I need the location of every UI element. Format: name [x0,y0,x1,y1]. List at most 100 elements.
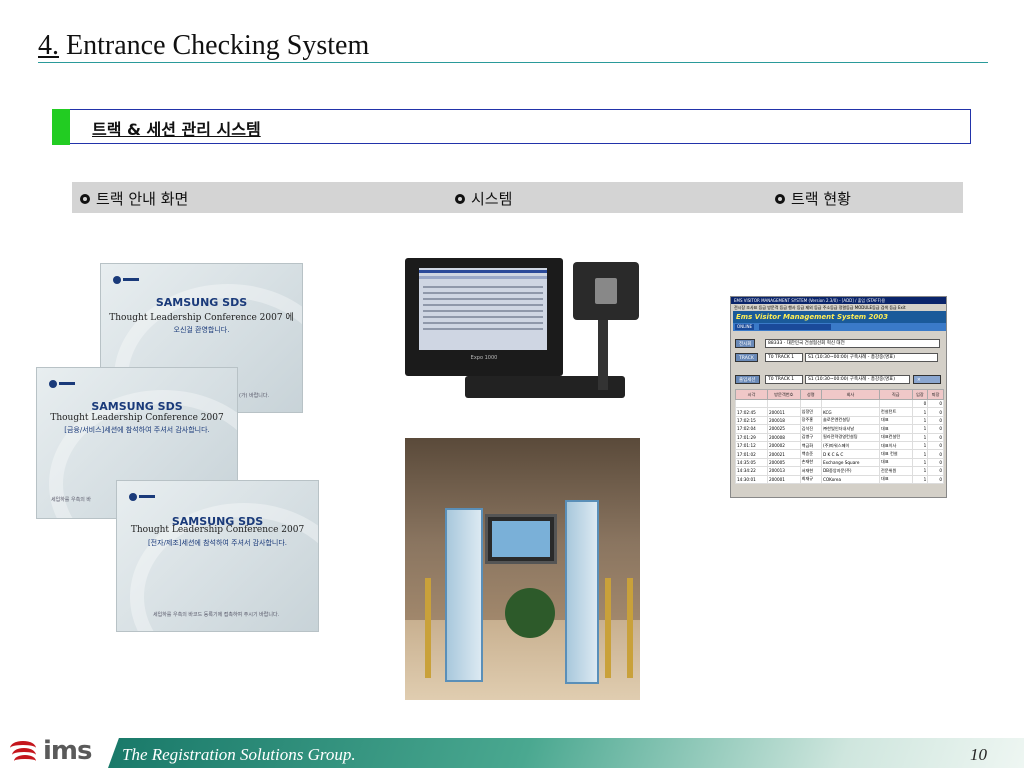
window-banner: Ems Visitor Management System 2003 [733,311,946,323]
tab-online[interactable]: ONLINE [735,324,755,330]
card-message: [전자/제조]세션에 참석하여 주셔서 감사합니다. [147,539,288,547]
monitor-screen [419,268,547,350]
table-row[interactable]: 17:01:12 200002 백금화 (주)파워스페이 대표이사 1 0 [735,440,944,451]
cell: 김석진 [799,424,822,434]
stanchion-post [627,578,633,678]
label-track-status: 트랙 현황 [775,188,851,209]
table-row[interactable]: 17:02:15 200018 장주홍 솔로몬엔컨설팅 대표 1 0 [735,415,944,426]
cell: 200021 [766,449,801,459]
cell: 컨설턴트 [878,407,913,417]
stanchion-post [605,578,611,678]
card-footer: 세입하를 우측의 바코드 등록기에 접촉하여 주시기 바랍니다. [153,612,280,618]
session-button[interactable]: 출입세션 [735,375,760,384]
cell: 17:01:29 [735,432,768,442]
footer-tagline: The Registration Solutions Group. [122,745,356,764]
close-icon[interactable]: ✕ [913,375,941,384]
cell: 1 [911,440,929,451]
cell: 0 [927,407,944,417]
column-header: 입장 [911,389,929,400]
cell: 200011 [766,407,801,417]
cell: 1 [911,466,929,476]
exhibit-field[interactable]: 88333 · 대한민국 건설협선회 혁신 대전 [765,339,940,348]
terminal-photo: Expo 1000 [405,250,639,405]
ims-logo-icon [10,739,40,763]
cell: 대표컨설턴 [878,432,913,442]
cell: 1 [911,407,929,417]
cell: 0 [927,432,944,442]
session-select[interactable]: S1 (10:30~00:00) 구축사례 - 총강중(명표) [805,375,910,384]
cell: 대표 [878,457,913,468]
cell: 200002 [766,440,801,451]
cell: 0 [911,398,929,409]
tab-2[interactable] [759,324,783,330]
card-footer: (가) 바랍니다. [239,393,270,399]
scanner-pole [598,320,608,390]
gate-panel-left [445,508,483,682]
slide-title: 4. Entrance Checking System [38,30,369,62]
cell: 임정민 [799,407,822,417]
table-row[interactable]: 00 [735,398,944,409]
table-row[interactable]: 17:01:29 200008 김병구 필라전략경영컨설팅 대표컨설턴 1 0 [735,432,944,442]
cell: 대표 [878,474,913,484]
cell: 0 [927,449,944,459]
title-divider [38,62,988,63]
label-track-guide: 트랙 안내 화면 [80,188,188,209]
table-row[interactable]: 17:01:02 200021 백승준 D K C & C 대표 컨설 1 0 [735,449,944,459]
tab-4[interactable] [807,324,831,330]
samsung-logo-icon [129,493,155,501]
cell: 솔로몬엔컨설팅 [820,415,880,426]
samsung-logo-icon [113,276,139,284]
bullet-icon [775,193,785,204]
column-header: 시각 [735,389,768,400]
cell: KCG [820,407,880,417]
cell: 17:02:04 [735,424,768,434]
cell: 17:01:12 [735,440,768,451]
table-row[interactable]: 14:30:01 200001 최재규 COKorea 대표 1 0 [735,474,944,484]
cell: 1 [911,474,929,484]
column-header: 성명 [799,389,822,400]
column-header: 방문객번호 [766,389,801,400]
table-row[interactable]: 14:35:05 200005 손재한 Exchange Square 대표 1 0 [735,457,944,468]
cell [799,398,822,409]
cell: 200013 [766,466,801,476]
bullet-icon [455,193,465,204]
bullet-icon [80,193,90,204]
track-session-select[interactable]: S1 (10:30~00:00) 구축사례 - 총강중(명표) [805,353,938,362]
label-text: 트랙 현황 [791,190,851,208]
exhibit-button[interactable]: 전시회 [735,339,756,348]
tab-3[interactable] [783,324,807,330]
cell [878,398,913,409]
column-header: 회사 [820,389,880,400]
cell: 1 [911,415,929,426]
cell: 14:34:22 [735,466,768,476]
table-row[interactable]: 17:02:04 200025 김석진 ㈜한빛인더내셔날 대표 1 0 [735,424,944,434]
window-tabs: ONLINE [733,323,946,331]
terminal-brand: Expo 1000 [470,355,498,361]
table-row[interactable]: 17:02:45 200011 임정민 KCG 컨설턴트 1 0 [735,407,944,417]
ims-logo: ims [10,736,92,766]
cell: 17:02:45 [735,407,768,417]
cell: 200018 [766,415,801,426]
cell: 0 [927,466,944,476]
track-button[interactable]: TRACK [735,353,758,362]
cell: 14:30:01 [735,474,768,484]
cell: 17:01:02 [735,449,768,459]
plant-icon [505,588,555,638]
table-header-row: 시각 방문객번호 성명 회사 직급 입장 퇴장 [735,389,944,400]
cell: ㈜한빛인더내셔날 [820,424,880,434]
cell: 200025 [766,424,801,434]
table-row[interactable]: 14:34:22 200013 서재현 DB중앙자문(주) 전문위원 1 0 [735,466,944,476]
cell: 대표이사 [878,440,913,451]
visitor-table: 시각 방문객번호 성명 회사 직급 입장 퇴장 00 17:02:45 20001… [735,389,944,484]
cell: 대표 [878,415,913,426]
gate-panel-right [565,500,599,684]
track-select[interactable]: T0 TRACK 1 [765,353,803,362]
card-message: 오신걸 환영합니다. [173,326,230,334]
cell: 1 [911,432,929,442]
monitor-icon: Expo 1000 [405,258,563,376]
entrance-gate-photo [405,438,640,700]
session-track-select[interactable]: T0 TRACK 1 [765,375,803,384]
card-conference: Thought Leadership Conference 2007 [50,413,224,423]
cell: 0 [927,424,944,434]
stanchion-post [425,578,431,678]
